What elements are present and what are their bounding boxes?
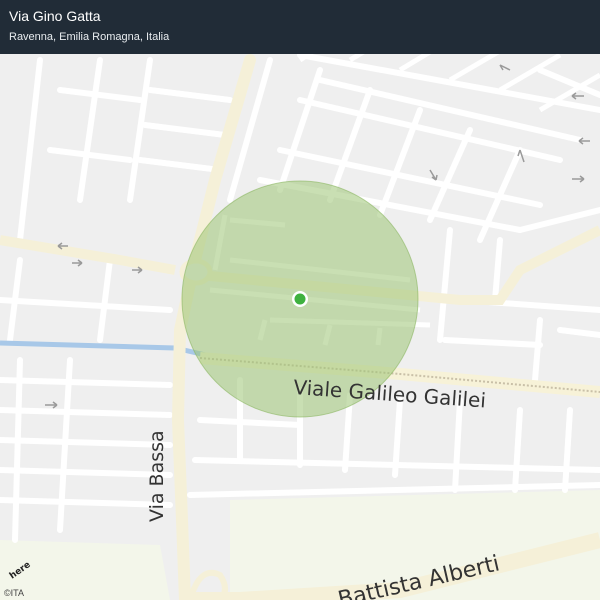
- map-attribution: here ©ITA: [4, 560, 38, 598]
- location-header: Via Gino Gatta Ravenna, Emilia Romagna, …: [0, 0, 600, 54]
- here-logo: here: [8, 560, 33, 581]
- map-canvas[interactable]: Viale Galileo Galilei Via Bassa Battista…: [0, 0, 600, 600]
- location-marker[interactable]: [294, 293, 306, 305]
- here-logo-text: here: [8, 561, 33, 581]
- location-title: Via Gino Gatta: [9, 8, 101, 24]
- location-subtitle: Ravenna, Emilia Romagna, Italia: [9, 31, 170, 43]
- copyright-text: ©ITA: [4, 588, 24, 598]
- street-label-via-bassa: Via Bassa: [146, 430, 168, 522]
